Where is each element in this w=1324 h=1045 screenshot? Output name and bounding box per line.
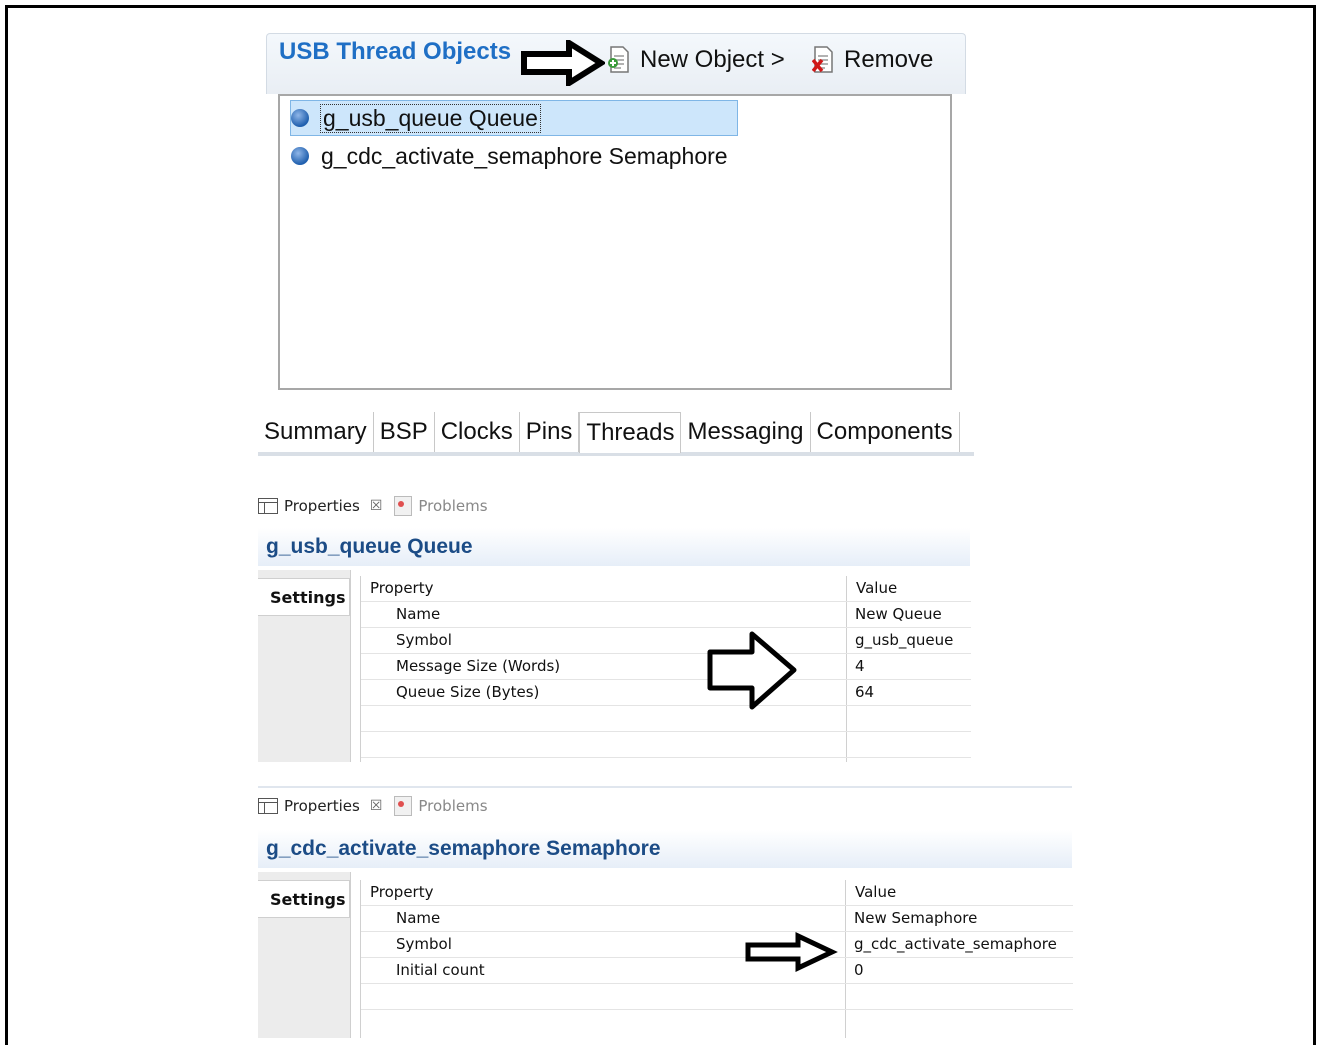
view-title: g_usb_queue Queue <box>258 528 970 566</box>
list-item-label: g_cdc_activate_semaphore Semaphore <box>321 142 728 169</box>
tab-properties[interactable]: Properties ☒ <box>258 497 382 515</box>
tab-properties-label: Properties <box>284 497 360 515</box>
properties-view-queue: Properties ☒ Problems g_usb_queue Queue … <box>258 488 971 766</box>
table-header: Property Value <box>361 576 971 602</box>
header-value: Value <box>856 579 898 597</box>
tab-properties[interactable]: Properties ☒ <box>258 797 382 815</box>
property-table: Property Value Name New Semaphore Symbol… <box>360 880 1073 1038</box>
remove-icon <box>811 46 834 74</box>
table-row-empty <box>361 984 1073 1010</box>
tab-components[interactable]: Components <box>811 412 960 452</box>
header-value: Value <box>855 883 897 901</box>
table-row[interactable]: Name New Queue <box>361 602 971 628</box>
problems-icon <box>394 796 413 816</box>
table-row[interactable]: Symbol g_usb_queue <box>361 628 971 654</box>
property-value[interactable]: g_usb_queue <box>855 631 953 649</box>
table-row[interactable]: Queue Size (Bytes) 64 <box>361 680 971 706</box>
view-tab-bar: Properties ☒ Problems <box>258 488 500 524</box>
property-name: Symbol <box>396 631 452 649</box>
property-name: Name <box>396 605 441 623</box>
tab-summary[interactable]: Summary <box>258 412 374 452</box>
tab-problems-label: Problems <box>418 497 488 515</box>
remove-label: Remove <box>844 46 934 73</box>
table-header: Property Value <box>361 880 1073 906</box>
list-item[interactable]: g_cdc_activate_semaphore Semaphore <box>291 139 728 173</box>
semaphore-object-icon <box>291 147 309 165</box>
list-item-label: g_usb_queue Queue <box>320 103 541 133</box>
thread-objects-title: USB Thread Objects <box>279 38 512 65</box>
tab-bsp[interactable]: BSP <box>374 412 435 452</box>
property-name: Name <box>396 909 441 927</box>
view-title: g_cdc_activate_semaphore Semaphore <box>258 830 1072 868</box>
header-property: Property <box>370 579 434 597</box>
tab-clocks[interactable]: Clocks <box>435 412 520 452</box>
table-row[interactable]: Initial count 0 <box>361 958 1073 984</box>
property-value[interactable]: 0 <box>854 961 864 979</box>
tab-problems-label: Problems <box>418 797 488 815</box>
list-item[interactable]: g_usb_queue Queue <box>290 100 738 136</box>
tab-settings[interactable]: Settings <box>258 880 350 918</box>
remove-button[interactable]: Remove <box>811 40 934 80</box>
tab-problems[interactable]: Problems <box>394 496 488 516</box>
tab-problems[interactable]: Problems <box>394 796 488 816</box>
table-row-empty <box>361 732 971 758</box>
problems-icon <box>394 496 413 516</box>
tab-pins[interactable]: Pins <box>520 412 580 452</box>
tab-properties-label: Properties <box>284 797 360 815</box>
thread-objects-list[interactable]: g_usb_queue Queue g_cdc_activate_semapho… <box>278 94 952 390</box>
table-row[interactable]: Message Size (Words) 4 <box>361 654 971 680</box>
property-value[interactable]: g_cdc_activate_semaphore <box>854 935 1057 953</box>
property-table: Property Value Name New Queue Symbol g_u… <box>360 576 971 762</box>
properties-icon <box>258 498 278 514</box>
tab-settings[interactable]: Settings <box>258 578 350 616</box>
queue-object-icon <box>291 109 309 127</box>
tab-threads[interactable]: Threads <box>579 412 682 453</box>
configuration-tabs: Summary BSP Clocks Pins Threads Messagin… <box>258 412 974 456</box>
property-value[interactable]: New Queue <box>855 605 942 623</box>
tab-messaging[interactable]: Messaging <box>681 412 811 452</box>
annotation-arrow-icon <box>745 932 838 972</box>
properties-icon <box>258 798 278 814</box>
close-icon[interactable]: ☒ <box>370 798 383 814</box>
table-row[interactable]: Name New Semaphore <box>361 906 1073 932</box>
view-tab-bar: Properties ☒ Problems <box>258 788 500 824</box>
settings-sidebar: Settings <box>258 872 351 1038</box>
property-value[interactable]: New Semaphore <box>854 909 977 927</box>
annotation-arrow-icon <box>707 631 797 710</box>
annotation-arrow-icon <box>521 40 605 86</box>
table-row-empty <box>361 706 971 732</box>
header-property: Property <box>370 883 434 901</box>
new-object-button[interactable]: New Object > <box>608 40 785 80</box>
new-object-label: New Object > <box>640 46 785 73</box>
new-object-icon <box>608 46 630 74</box>
property-name: Message Size (Words) <box>396 657 561 675</box>
table-row[interactable]: Symbol g_cdc_activate_semaphore <box>361 932 1073 958</box>
property-name: Initial count <box>396 961 485 979</box>
settings-sidebar: Settings <box>258 570 351 762</box>
properties-view-semaphore: Properties ☒ Problems g_cdc_activate_sem… <box>258 786 1073 1038</box>
close-icon[interactable]: ☒ <box>370 498 383 514</box>
property-name: Queue Size (Bytes) <box>396 683 540 701</box>
property-value[interactable]: 4 <box>855 657 865 675</box>
property-name: Symbol <box>396 935 452 953</box>
property-value[interactable]: 64 <box>855 683 874 701</box>
